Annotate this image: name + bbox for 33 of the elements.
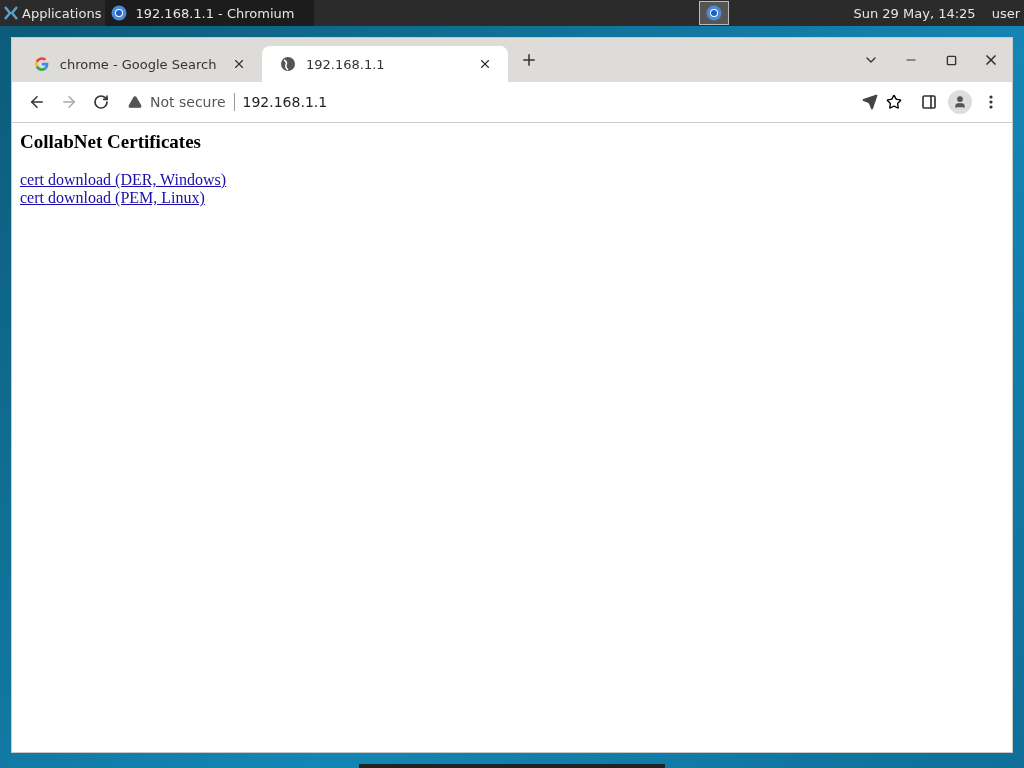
download-link[interactable]: cert download (PEM, Linux) [20,189,205,207]
send-icon[interactable] [862,94,878,110]
security-label[interactable]: Not secure [150,94,226,110]
browser-tab[interactable]: 192.168.1.1 [262,46,508,82]
maximize-icon [945,54,957,66]
user-menu[interactable]: user [987,5,1024,21]
browser-tab[interactable]: chrome - Google Search [16,46,262,82]
side-panel-icon [921,94,937,110]
app-menu-icon[interactable] [4,6,18,20]
workspace-button[interactable] [699,1,730,25]
vertical-dots-icon [989,95,993,109]
tab-title: chrome - Google Search [59,56,217,72]
forward-arrow-icon [60,93,78,111]
person-icon [953,95,967,109]
clock: Sun 29 May, 14:25 [852,5,977,21]
taskbar-button[interactable]: 192.168.1.1 - Chromium [105,0,315,26]
chromium-icon [111,5,128,21]
url-text: 192.168.1.1 [242,94,329,110]
bookmark-star-icon[interactable] [886,94,902,110]
tab-title: 192.168.1.1 [306,56,386,72]
close-icon [983,52,999,68]
profile-button[interactable] [948,90,972,114]
download-link[interactable]: cert download (DER, Windows) [20,171,227,189]
page-heading: CollabNet Certificates [20,131,202,153]
applications-menu[interactable]: Applications [18,5,106,21]
reload-icon [93,94,109,110]
globe-icon [280,56,296,72]
chromium-icon [706,5,723,21]
google-icon [34,56,50,72]
close-icon [478,57,492,71]
warning-icon [128,95,142,109]
plus-icon [520,51,538,69]
address-bar[interactable]: Not secure 192.168.1.1 [120,87,910,117]
